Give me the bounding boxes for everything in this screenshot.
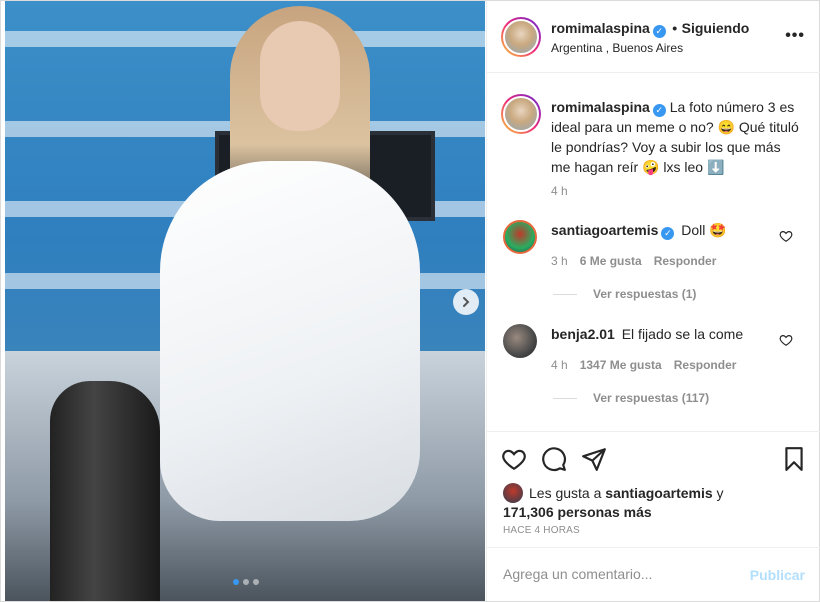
carousel-indicator (233, 579, 259, 585)
bookmark-icon[interactable] (781, 446, 807, 472)
likes-count[interactable]: 171,306 personas más (503, 504, 652, 520)
liker-username[interactable]: santiagoartemis (605, 485, 712, 501)
comment: santiagoartemis ✓ Doll 🤩 (551, 221, 771, 240)
view-replies-button[interactable]: Ver respuestas (1) (553, 287, 696, 301)
comment: benja2.01 El fijado se la come (551, 325, 771, 343)
post-header: romimalaspina ✓ • Siguiendo Argentina , B… (487, 1, 820, 73)
view-replies-label: Ver respuestas (1) (593, 287, 697, 301)
heart-icon[interactable] (501, 446, 527, 472)
caption-username[interactable]: romimalaspina (551, 99, 650, 115)
commenter-avatar[interactable] (503, 220, 537, 254)
person-dress (160, 161, 420, 521)
post-location[interactable]: Argentina , Buenos Aires (551, 41, 683, 55)
person-boot (50, 381, 160, 601)
likes-prefix: Les gusta a (529, 485, 602, 501)
reply-button[interactable]: Responder (654, 254, 717, 268)
comment-like-heart-icon[interactable] (779, 229, 793, 243)
chevron-right-icon (463, 297, 470, 307)
post-photo[interactable] (5, 1, 485, 601)
comment-time[interactable]: 4 h (551, 358, 568, 372)
replies-divider (553, 293, 577, 295)
commenter-avatar[interactable] (503, 324, 537, 358)
comment-meta: 3 h 6 Me gusta Responder (551, 254, 716, 268)
following-button[interactable]: Siguiendo (682, 20, 750, 36)
reply-button[interactable]: Responder (674, 358, 737, 372)
author-username[interactable]: romimalaspina (551, 20, 650, 36)
likes-summary: Les gusta a santiagoartemis y 171,306 pe… (503, 483, 803, 522)
caption-avatar[interactable] (501, 94, 541, 134)
person-face (260, 21, 340, 131)
replies-divider (553, 397, 577, 399)
comment-username[interactable]: benja2.01 (551, 326, 615, 342)
post-actions: Les gusta a santiagoartemis y 171,306 pe… (487, 431, 820, 546)
author-avatar[interactable] (501, 17, 541, 57)
header-title-row: romimalaspina ✓ • Siguiendo (551, 20, 749, 38)
carousel-dot (253, 579, 259, 585)
add-comment-input[interactable] (503, 566, 743, 582)
comment-bubble-icon[interactable] (541, 446, 567, 472)
publish-button[interactable]: Publicar (750, 567, 805, 583)
comment-username[interactable]: santiagoartemis (551, 222, 658, 238)
comment-likes[interactable]: 1347 Me gusta (580, 358, 662, 372)
comment-time[interactable]: 3 h (551, 254, 568, 268)
comment-text: El fijado se la come (621, 326, 744, 342)
carousel-dot (243, 579, 249, 585)
more-horizontal-icon[interactable]: ••• (785, 27, 805, 45)
verified-badge-icon: ✓ (652, 25, 666, 38)
comment-likes[interactable]: 6 Me gusta (580, 254, 642, 268)
liker-avatar[interactable] (503, 483, 523, 503)
comments-list: romimalaspina ✓ La foto número 3 es ideal… (487, 74, 820, 429)
header-separator: • (672, 20, 678, 36)
add-comment-bar: Publicar (487, 547, 820, 601)
view-replies-button[interactable]: Ver respuestas (117) (553, 391, 709, 405)
posted-time[interactable]: HACE 4 HORAS (503, 525, 580, 536)
comment-text: Doll 🤩 (681, 222, 727, 238)
post-side-panel: romimalaspina ✓ • Siguiendo Argentina , B… (486, 1, 820, 601)
carousel-next-button[interactable] (453, 289, 479, 315)
caption-time: 4 h (551, 184, 568, 198)
verified-badge-icon: ✓ (661, 227, 675, 240)
comment-meta: 4 h 1347 Me gusta Responder (551, 358, 736, 372)
carousel-dot (233, 579, 239, 585)
paper-plane-icon[interactable] (581, 446, 607, 472)
likes-conjunction: y (716, 485, 724, 501)
view-replies-label: Ver respuestas (117) (593, 391, 710, 405)
post-modal: romimalaspina ✓ • Siguiendo Argentina , B… (0, 0, 820, 602)
comment-like-heart-icon[interactable] (779, 333, 793, 347)
verified-badge-icon: ✓ (652, 104, 666, 117)
caption: romimalaspina ✓ La foto número 3 es ideal… (551, 97, 801, 177)
